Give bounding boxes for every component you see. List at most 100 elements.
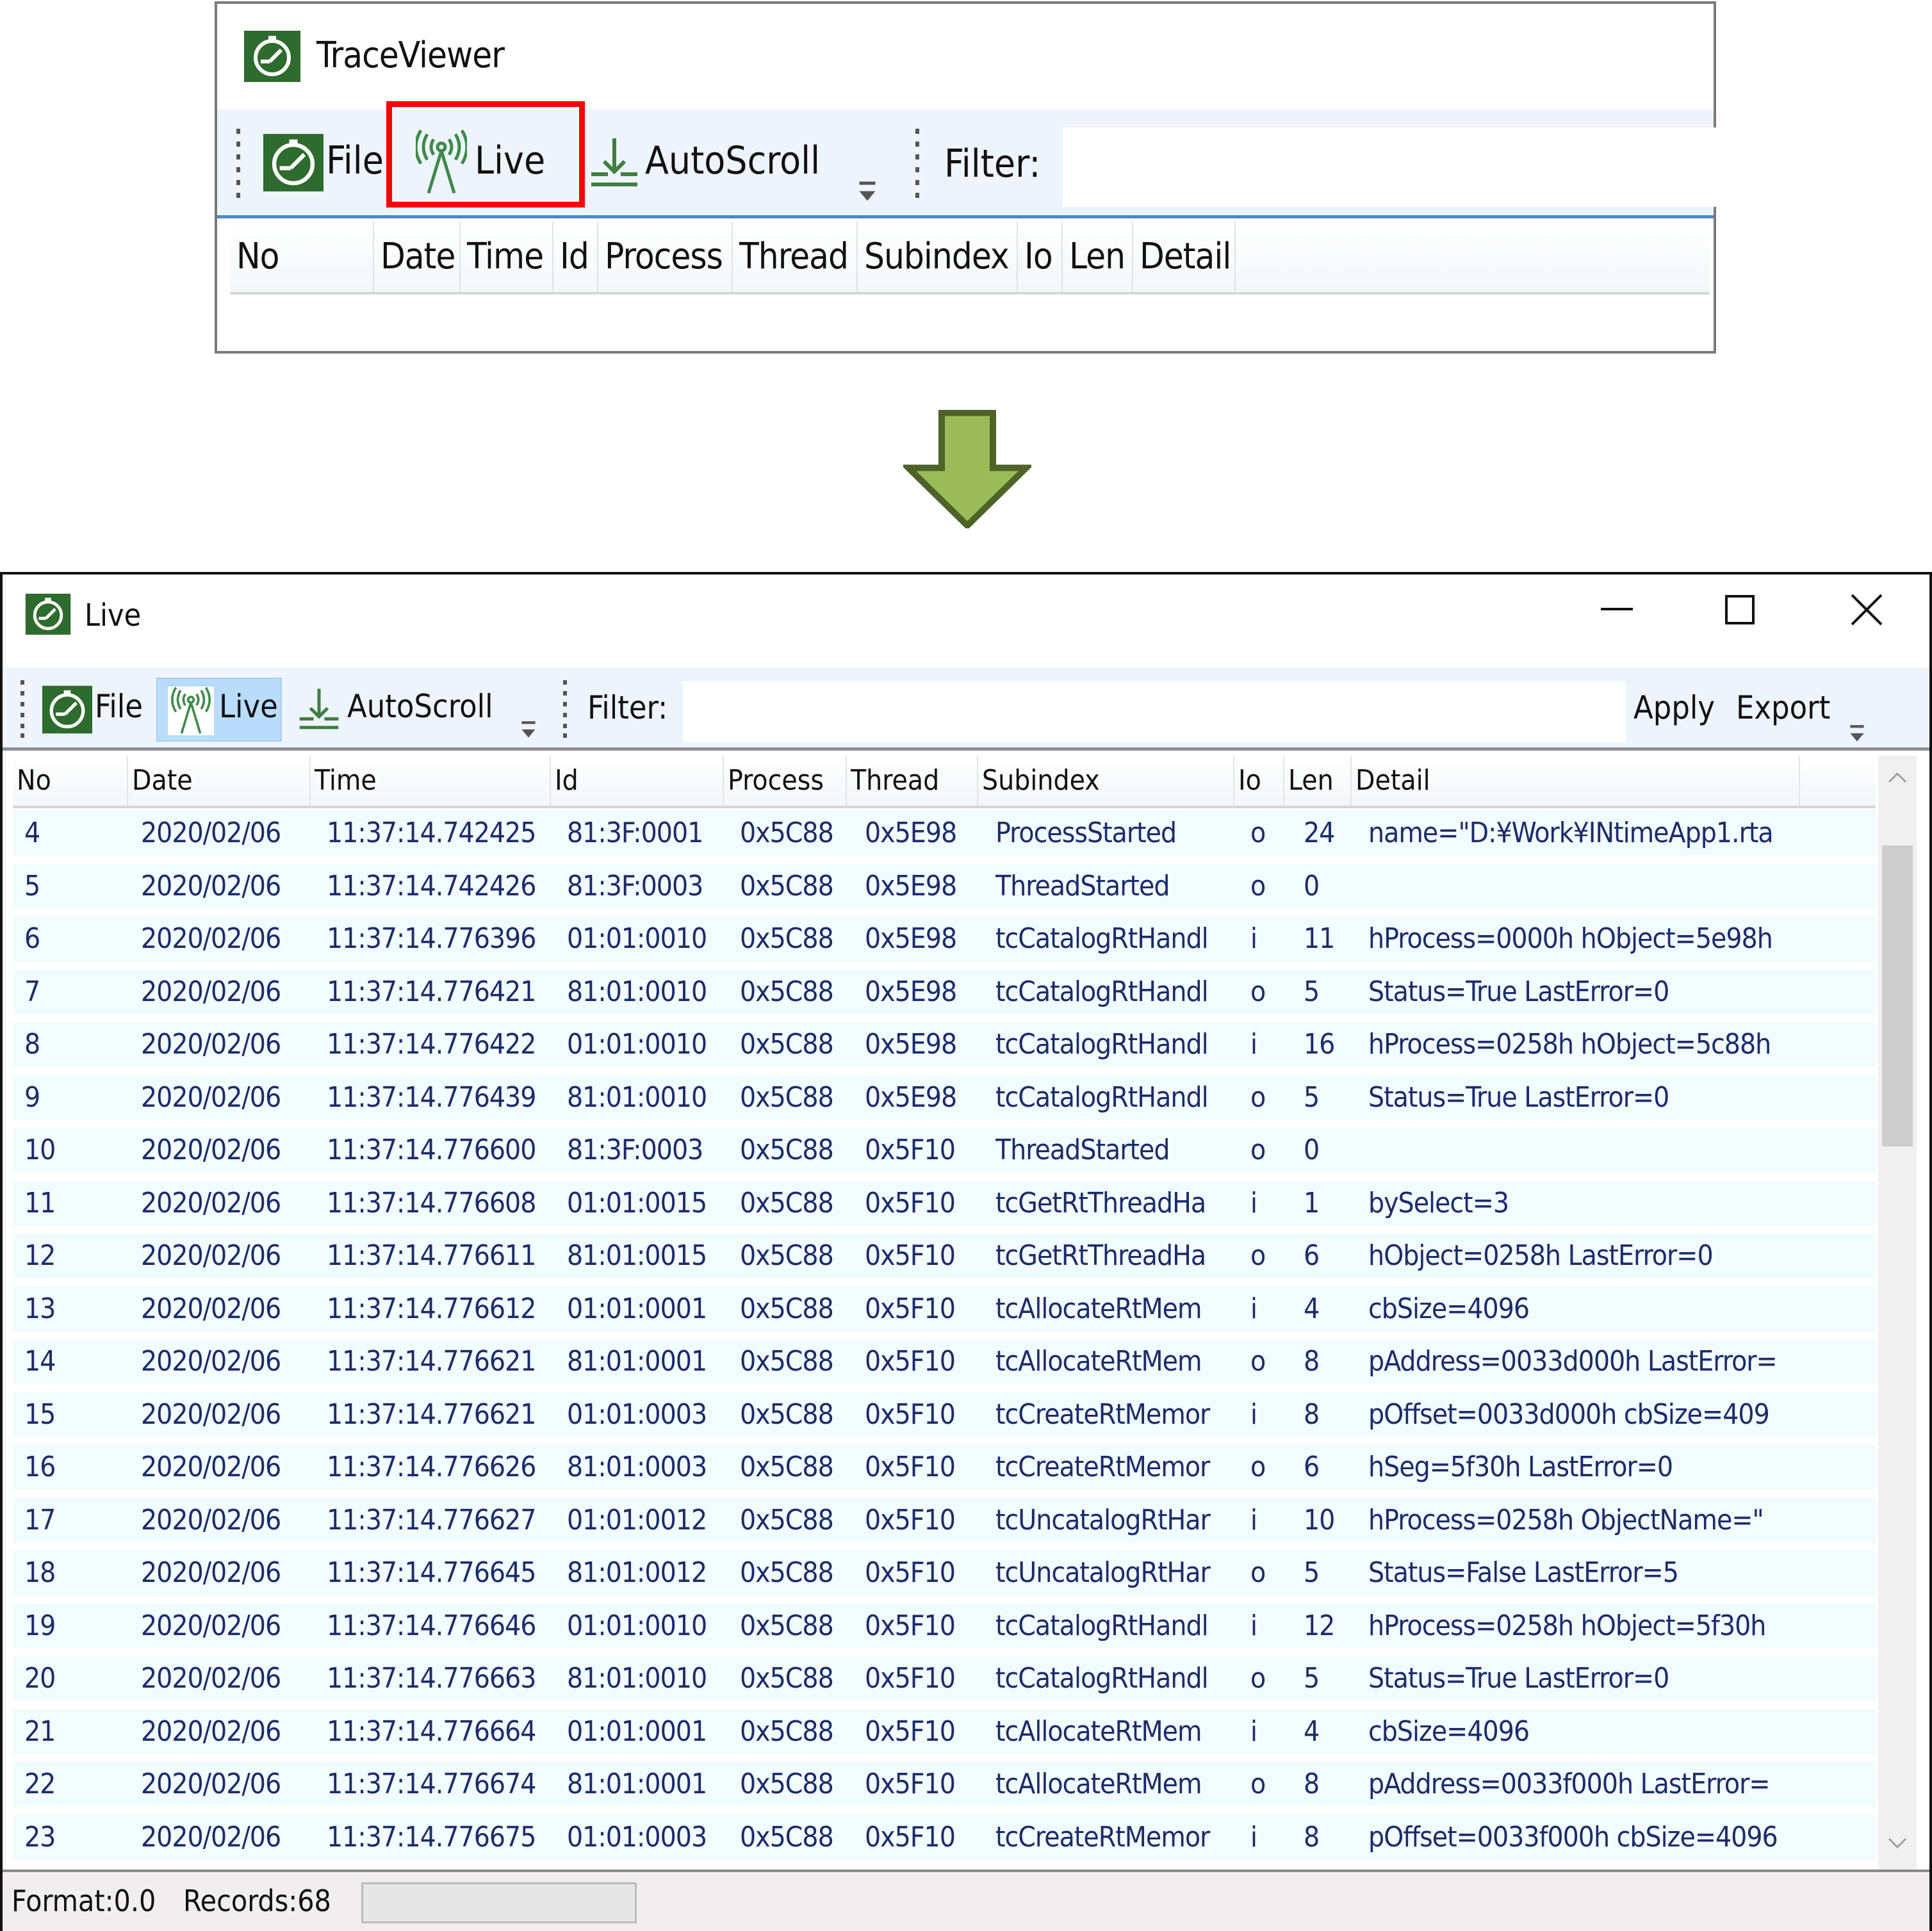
column-header-detail[interactable]: Detail [1352,756,1800,806]
cell-process: 0x5C88 [740,1186,834,1219]
cell-process: 0x5C88 [740,817,834,849]
scroll-down-button[interactable] [1878,1824,1917,1862]
table-row[interactable]: 6 2020/02/06 11:37:14.776396 01:01:0010 0x5C… [13,917,1876,961]
cell-date: 2020/02/06 [141,1503,281,1536]
cell-thread: 0x5F10 [865,1239,956,1272]
cell-subindex: tcAllocateRtMem [995,1292,1202,1325]
cell-id: 01:01:0003 [567,1820,707,1854]
column-header-date[interactable]: Date [128,756,311,806]
cell-len: 10 [1304,1503,1335,1536]
column-header-detail[interactable]: Detail [1133,222,1236,292]
cell-detail [1368,1128,1796,1173]
file-button[interactable]: File [263,110,404,217]
column-header-len[interactable]: Len [1284,756,1352,806]
column-header-io[interactable]: Io [1018,222,1063,292]
cell-no: 10 [24,1134,56,1166]
cell-date: 2020/02/06 [141,1820,281,1854]
apply-button[interactable]: Apply [1633,689,1715,726]
column-header-date[interactable]: Date [374,222,461,292]
close-button[interactable] [1809,574,1924,645]
column-header-time[interactable]: Time [461,222,553,292]
cell-detail: pOffset=0033d000h cbSize=409 [1368,1397,1770,1431]
toolbar: File Live AutoSc [3,667,1929,748]
toolbar-overflow-icon[interactable] [520,720,537,742]
toolbar-grip-icon[interactable] [20,680,24,738]
live-button-active[interactable]: Live [156,678,282,742]
cell-detail: Status=True LastError=0 [1368,975,1669,1008]
cell-process: 0x5C88 [740,1345,834,1378]
table-row[interactable]: 14 2020/02/06 11:37:14.776621 81:01:0001 0x5… [13,1339,1876,1384]
table-row[interactable]: 12 2020/02/06 11:37:14.776611 81:01:0015 0x5… [13,1234,1876,1278]
toolbar-grip-icon[interactable] [915,129,919,199]
table-row[interactable]: 20 2020/02/06 11:37:14.776663 81:01:0010 0x5… [13,1656,1876,1701]
table-row[interactable]: 9 2020/02/06 11:37:14.776439 81:01:0010 0x5C… [13,1075,1876,1120]
table-row[interactable]: 5 2020/02/06 11:37:14.742426 81:3F:0003 0x5C… [13,863,1876,909]
cell-thread: 0x5E98 [865,1080,957,1114]
column-header-no[interactable]: No [230,222,374,292]
column-header-id[interactable]: Id [553,222,598,292]
table-row[interactable]: 7 2020/02/06 11:37:14.776421 81:01:0010 0x5C… [13,969,1876,1014]
table-row[interactable]: 8 2020/02/06 11:37:14.776422 01:01:0010 0x5C… [13,1022,1876,1067]
cell-thread: 0x5F10 [865,1768,956,1800]
table-row[interactable]: 18 2020/02/06 11:37:14.776645 81:01:0012 0x5… [13,1551,1876,1595]
vertical-scrollbar[interactable] [1878,756,1917,1870]
cell-process: 0x5C88 [740,1397,834,1431]
filter-input[interactable] [683,681,1626,742]
cell-id: 81:01:0010 [567,975,707,1008]
column-header-len[interactable]: Len [1063,222,1133,292]
column-header-io[interactable]: Io [1234,756,1284,806]
table-row[interactable]: 22 2020/02/06 11:37:14.776674 81:01:0001 0x5… [13,1762,1876,1807]
cell-detail: hProcess=0258h hObject=5c88h [1368,1028,1771,1061]
table-row[interactable]: 16 2020/02/06 11:37:14.776626 81:01:0003 0x5… [13,1445,1876,1490]
cell-thread: 0x5E98 [865,1028,957,1061]
cell-time: 11:37:14.776664 [327,1715,536,1748]
autoscroll-icon [591,138,637,186]
scrollbar-thumb[interactable] [1882,845,1913,1146]
cell-thread: 0x5F10 [865,1397,956,1431]
column-header-thread[interactable]: Thread [847,756,978,806]
table-row[interactable]: 13 2020/02/06 11:37:14.776612 01:01:0001 0x5… [13,1286,1876,1332]
cell-no: 4 [24,817,40,849]
file-button[interactable]: File [42,678,152,742]
table-row[interactable]: 19 2020/02/06 11:37:14.776646 01:01:0010 0x5… [13,1603,1876,1649]
autoscroll-button[interactable]: AutoScroll [296,678,514,742]
maximize-button[interactable] [1682,574,1797,645]
autoscroll-button[interactable]: AutoScroll [589,110,871,217]
export-button[interactable]: Export [1736,689,1830,726]
column-header-thread[interactable]: Thread [733,222,858,292]
cell-no: 5 [24,869,40,902]
scroll-up-button[interactable] [1878,758,1917,797]
cell-process: 0x5C88 [740,1134,834,1166]
cell-thread: 0x5F10 [865,1503,956,1536]
trace-table: No Date Time Id Process Thread Subindex … [13,756,1876,1870]
cell-id: 01:01:0010 [567,1028,707,1061]
cell-time: 11:37:14.776396 [327,922,536,955]
table-row[interactable]: 17 2020/02/06 11:37:14.776627 01:01:0012 0x5… [13,1497,1876,1543]
table-row[interactable]: 15 2020/02/06 11:37:14.776621 01:01:0003 0x5… [13,1392,1876,1437]
cell-time: 11:37:14.776675 [327,1820,536,1854]
column-header-subindex[interactable]: Subindex [858,222,1018,292]
toolbar-overflow-icon[interactable] [858,180,877,206]
minimize-button[interactable] [1559,574,1674,645]
cell-io: o [1250,1768,1266,1800]
table-row[interactable]: 23 2020/02/06 11:37:14.776675 01:01:0003 0x5… [13,1814,1876,1860]
cell-len: 4 [1304,1715,1320,1748]
cell-id: 81:3F:0003 [567,1134,703,1166]
cell-len: 0 [1304,869,1320,902]
table-row[interactable]: 4 2020/02/06 11:37:14.742425 81:3F:0001 0x5C… [13,811,1876,856]
column-header-id[interactable]: Id [551,756,724,806]
table-row[interactable]: 21 2020/02/06 11:37:14.776664 01:01:0001 0x5… [13,1709,1876,1754]
column-header-process[interactable]: Process [598,222,733,292]
table-row[interactable]: 11 2020/02/06 11:37:14.776608 01:01:0015 0x5… [13,1180,1876,1226]
toolbar-grip-icon[interactable] [236,129,240,199]
toolbar-grip-icon[interactable] [563,680,567,738]
column-header-subindex[interactable]: Subindex [978,756,1234,806]
cell-date: 2020/02/06 [141,1028,281,1061]
column-header-process[interactable]: Process [724,756,847,806]
column-header-no[interactable]: No [13,756,128,806]
table-row[interactable]: 10 2020/02/06 11:37:14.776600 81:3F:0003 0x5… [13,1128,1876,1173]
column-header-time[interactable]: Time [311,756,551,806]
toolbar-overflow-icon[interactable] [1849,724,1865,746]
filter-input[interactable] [1063,127,1719,207]
cell-no: 13 [24,1292,56,1325]
